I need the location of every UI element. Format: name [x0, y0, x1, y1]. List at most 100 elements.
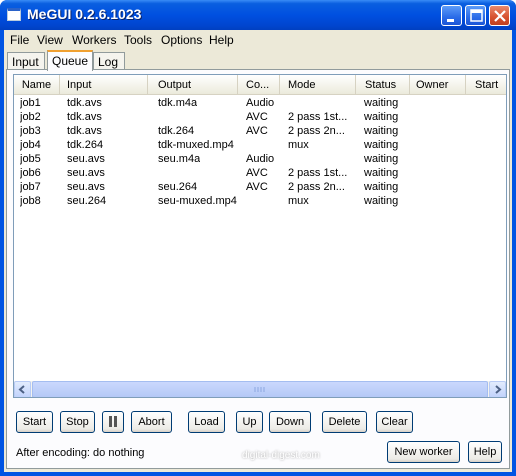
menu-view[interactable]: View [37, 33, 63, 47]
menu-options[interactable]: Options [161, 33, 202, 47]
cell-name: job3 [20, 125, 41, 137]
cell-input: tdk.264 [67, 139, 104, 151]
cell-status: waiting [364, 181, 399, 193]
minimize-button[interactable] [441, 5, 462, 26]
tab-log[interactable]: Log [93, 52, 125, 70]
table-row[interactable]: job6 seu.avs AVC 2 pass 1st... waiting [14, 167, 506, 181]
abort-button[interactable]: Abort [131, 411, 172, 433]
scroll-left-button[interactable] [14, 381, 31, 397]
cell-status: waiting [364, 125, 399, 137]
cell-mode: mux [288, 139, 309, 151]
cell-status: waiting [364, 195, 399, 207]
column-header-output[interactable]: Output [148, 75, 238, 95]
cell-status: waiting [364, 167, 399, 179]
table-row[interactable]: job5 seu.avs seu.m4a Audio waiting [14, 153, 506, 167]
table-row[interactable]: job7 seu.avs seu.264 AVC 2 pass 2n... waiting [14, 181, 506, 195]
cell-name: job5 [20, 153, 41, 165]
tab-input[interactable]: Input [7, 52, 45, 70]
maximize-button[interactable] [465, 5, 486, 26]
column-header-status[interactable]: Status [356, 75, 410, 95]
menu-workers[interactable]: Workers [72, 33, 116, 47]
column-header-codec[interactable]: Co... [238, 75, 280, 95]
table-row[interactable]: job3 tdk.avs tdk.264 AVC 2 pass 2n... waiting [14, 125, 506, 139]
column-header-input[interactable]: Input [60, 75, 148, 95]
cell-mode: 2 pass 1st... [288, 167, 348, 179]
close-button[interactable] [489, 5, 510, 26]
cell-codec: AVC [246, 167, 268, 179]
after-encoding-label: After encoding: do nothing [16, 447, 145, 459]
cell-name: job7 [20, 181, 41, 193]
menu-bar: File View Workers Tools Options Help [4, 30, 512, 50]
horizontal-scrollbar[interactable] [14, 381, 506, 397]
main-window: MeGUI 0.2.6.1023 File View Workers Tools… [0, 0, 516, 476]
up-button[interactable]: Up [236, 411, 263, 433]
load-button[interactable]: Load [188, 411, 225, 433]
cell-status: waiting [364, 139, 399, 151]
cell-input: seu.avs [67, 181, 105, 193]
cell-name: job8 [20, 195, 41, 207]
cell-status: waiting [364, 153, 399, 165]
cell-mode: 2 pass 1st... [288, 111, 348, 123]
new-worker-button[interactable]: New worker [387, 441, 460, 463]
scroll-thumb[interactable] [32, 381, 488, 397]
watermark: digital-digest.com [242, 450, 320, 461]
table-row[interactable]: job4 tdk.264 tdk-muxed.mp4 mux waiting [14, 139, 506, 153]
cell-output: tdk.264 [158, 125, 195, 137]
cell-codec: Audio [246, 153, 275, 165]
cell-mode: 2 pass 2n... [288, 125, 345, 137]
cell-input: seu.avs [67, 153, 105, 165]
title-bar[interactable]: MeGUI 0.2.6.1023 [0, 0, 516, 30]
cell-name: job6 [20, 167, 41, 179]
column-header-mode[interactable]: Mode [280, 75, 356, 95]
clear-button[interactable]: Clear [376, 411, 413, 433]
table-row[interactable]: job1 tdk.avs tdk.m4a Audio waiting [14, 97, 506, 111]
grip-icon [254, 387, 265, 392]
table-row[interactable]: job2 tdk.avs AVC 2 pass 1st... waiting [14, 111, 506, 125]
cell-codec: AVC [246, 125, 268, 137]
tab-queue[interactable]: Queue [47, 50, 93, 71]
list-header: Name Input Output Co... Mode Status Owne… [14, 75, 506, 95]
stop-button[interactable]: Stop [60, 411, 95, 433]
app-icon [7, 8, 21, 21]
close-icon [494, 10, 506, 22]
table-row[interactable]: job8 seu.264 seu-muxed.mp4 mux waiting [14, 195, 506, 209]
menu-help[interactable]: Help [209, 33, 234, 47]
scroll-right-button[interactable] [489, 381, 506, 397]
column-header-start[interactable]: Start [466, 75, 506, 95]
column-header-name[interactable]: Name [14, 75, 60, 95]
menu-tools[interactable]: Tools [124, 33, 152, 47]
start-button[interactable]: Start [16, 411, 53, 433]
window-title: MeGUI 0.2.6.1023 [27, 6, 142, 22]
cell-input: tdk.avs [67, 97, 102, 109]
cell-codec: AVC [246, 111, 268, 123]
cell-codec: Audio [246, 97, 275, 109]
cell-input: tdk.avs [67, 111, 102, 123]
cell-output: tdk-muxed.mp4 [158, 139, 234, 151]
cell-name: job1 [20, 97, 41, 109]
cell-codec: AVC [246, 181, 268, 193]
pause-button[interactable] [102, 411, 124, 433]
cell-name: job2 [20, 111, 41, 123]
cell-output: seu.264 [158, 181, 198, 193]
cell-mode: mux [288, 195, 309, 207]
cell-output: seu-muxed.mp4 [158, 195, 237, 207]
chevron-right-icon [495, 385, 502, 394]
queue-panel: Name Input Output Co... Mode Status Owne… [6, 69, 510, 469]
cell-mode: 2 pass 2n... [288, 181, 345, 193]
down-button[interactable]: Down [269, 411, 311, 433]
help-button[interactable]: Help [468, 441, 502, 463]
job-queue-list[interactable]: Name Input Output Co... Mode Status Owne… [13, 74, 507, 398]
column-header-owner[interactable]: Owner [410, 75, 466, 95]
cell-status: waiting [364, 97, 399, 109]
cell-name: job4 [20, 139, 41, 151]
cell-status: waiting [364, 111, 399, 123]
delete-button[interactable]: Delete [322, 411, 367, 433]
cell-input: seu.264 [67, 195, 107, 207]
client-area: File View Workers Tools Options Help Inp… [4, 30, 512, 472]
cell-output: seu.m4a [158, 153, 201, 165]
cell-input: seu.avs [67, 167, 105, 179]
pause-icon [109, 416, 117, 427]
minimize-icon [447, 19, 454, 22]
maximize-icon [470, 9, 483, 22]
menu-file[interactable]: File [10, 33, 29, 47]
